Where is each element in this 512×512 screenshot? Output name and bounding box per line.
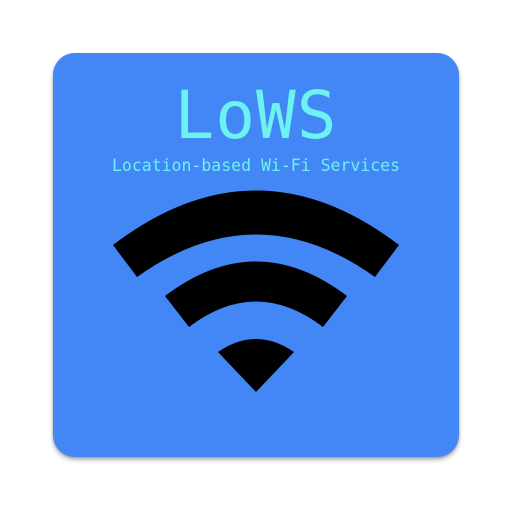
wifi-middle-arc-icon: [165, 261, 347, 327]
app-icon: LoWS Location-based Wi-Fi Services: [0, 0, 512, 512]
wifi-inner-wedge-icon: [218, 339, 294, 392]
wifi-icon: [113, 190, 399, 392]
